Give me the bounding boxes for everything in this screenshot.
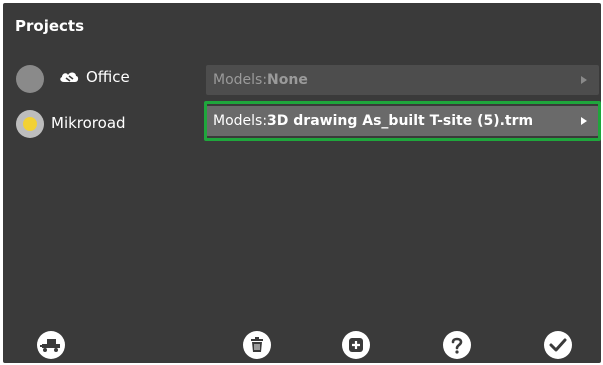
cloud-icon: [60, 72, 79, 82]
model-selector-office[interactable]: Models: None: [206, 65, 599, 95]
machine-settings-button[interactable]: [37, 331, 65, 359]
project-radio-office[interactable]: [16, 65, 44, 93]
models-value: None: [267, 72, 308, 88]
project-name: Office: [86, 68, 130, 86]
machine-icon: [40, 339, 60, 352]
project-label-mikroroad[interactable]: Mikroroad: [51, 114, 126, 132]
model-selector-mikroroad[interactable]: Models: 3D drawing As_built T-site (5).t…: [206, 106, 599, 136]
checkmark-icon: [549, 338, 567, 352]
models-prefix: Models:: [213, 72, 268, 88]
project-label-office[interactable]: Office: [58, 68, 130, 86]
models-prefix: Models:: [213, 113, 268, 129]
project-radio-mikroroad[interactable]: [16, 110, 44, 138]
add-button[interactable]: [342, 331, 370, 359]
trash-icon: [251, 337, 263, 352]
question-icon: [451, 337, 463, 354]
confirm-button[interactable]: [544, 331, 572, 359]
project-name: Mikroroad: [51, 114, 126, 132]
models-value: 3D drawing As_built T-site (5).trm: [267, 113, 534, 129]
projects-screen: Projects Office Models: None Mikroroad M…: [3, 3, 601, 363]
page-title: Projects: [15, 17, 85, 35]
chevron-right-icon: [581, 117, 587, 125]
help-button[interactable]: [443, 331, 471, 359]
plus-icon: [349, 338, 363, 352]
delete-button[interactable]: [243, 331, 271, 359]
chevron-right-icon: [581, 76, 587, 84]
